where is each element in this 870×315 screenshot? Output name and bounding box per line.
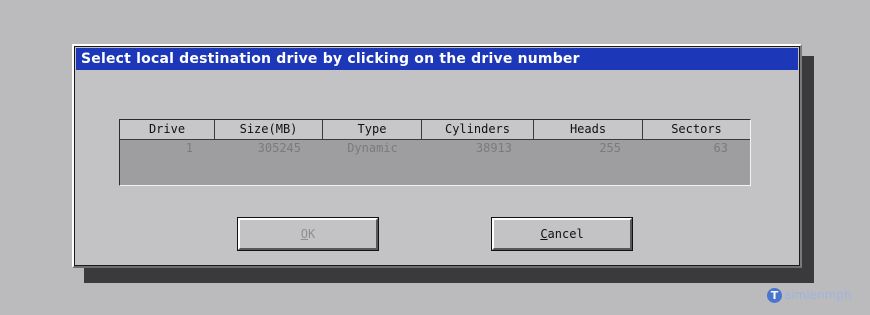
ok-label: K: [308, 227, 316, 241]
type-cell: Dynamic: [347, 141, 398, 155]
ok-mnemonic: O: [300, 227, 308, 241]
watermark: T aimienmph: [767, 287, 852, 303]
select-destination-drive-dialog: Select local destination drive by clicki…: [72, 44, 802, 268]
watermark-logo-icon: T: [767, 287, 782, 303]
heads-cell: 255: [599, 141, 621, 155]
column-header-cylinders[interactable]: Cylinders: [422, 120, 534, 139]
drive-number-cell[interactable]: 1: [120, 140, 215, 158]
cylinders-cell: 38913: [475, 141, 512, 155]
table-header: Drive Size(MB) Type Cylinders Heads Sect…: [120, 120, 750, 140]
size-cell: 305245: [257, 141, 301, 155]
watermark-text: aimienmph: [784, 288, 852, 302]
column-header-sectors[interactable]: Sectors: [643, 120, 750, 139]
cancel-button[interactable]: Cancel: [491, 217, 633, 251]
sectors-cell: 63: [713, 141, 728, 155]
dialog-title: Select local destination drive by clicki…: [76, 48, 798, 70]
column-header-type[interactable]: Type: [323, 120, 422, 139]
ok-button[interactable]: OK: [237, 217, 379, 251]
cancel-label: ancel: [547, 227, 584, 241]
column-header-drive[interactable]: Drive: [120, 120, 215, 139]
column-header-heads[interactable]: Heads: [534, 120, 643, 139]
cancel-mnemonic: C: [540, 227, 548, 241]
table-row[interactable]: 1 305245 Dynamic 38913 255 63: [120, 140, 750, 158]
column-header-size[interactable]: Size(MB): [215, 120, 323, 139]
drive-table: Drive Size(MB) Type Cylinders Heads Sect…: [119, 119, 751, 186]
